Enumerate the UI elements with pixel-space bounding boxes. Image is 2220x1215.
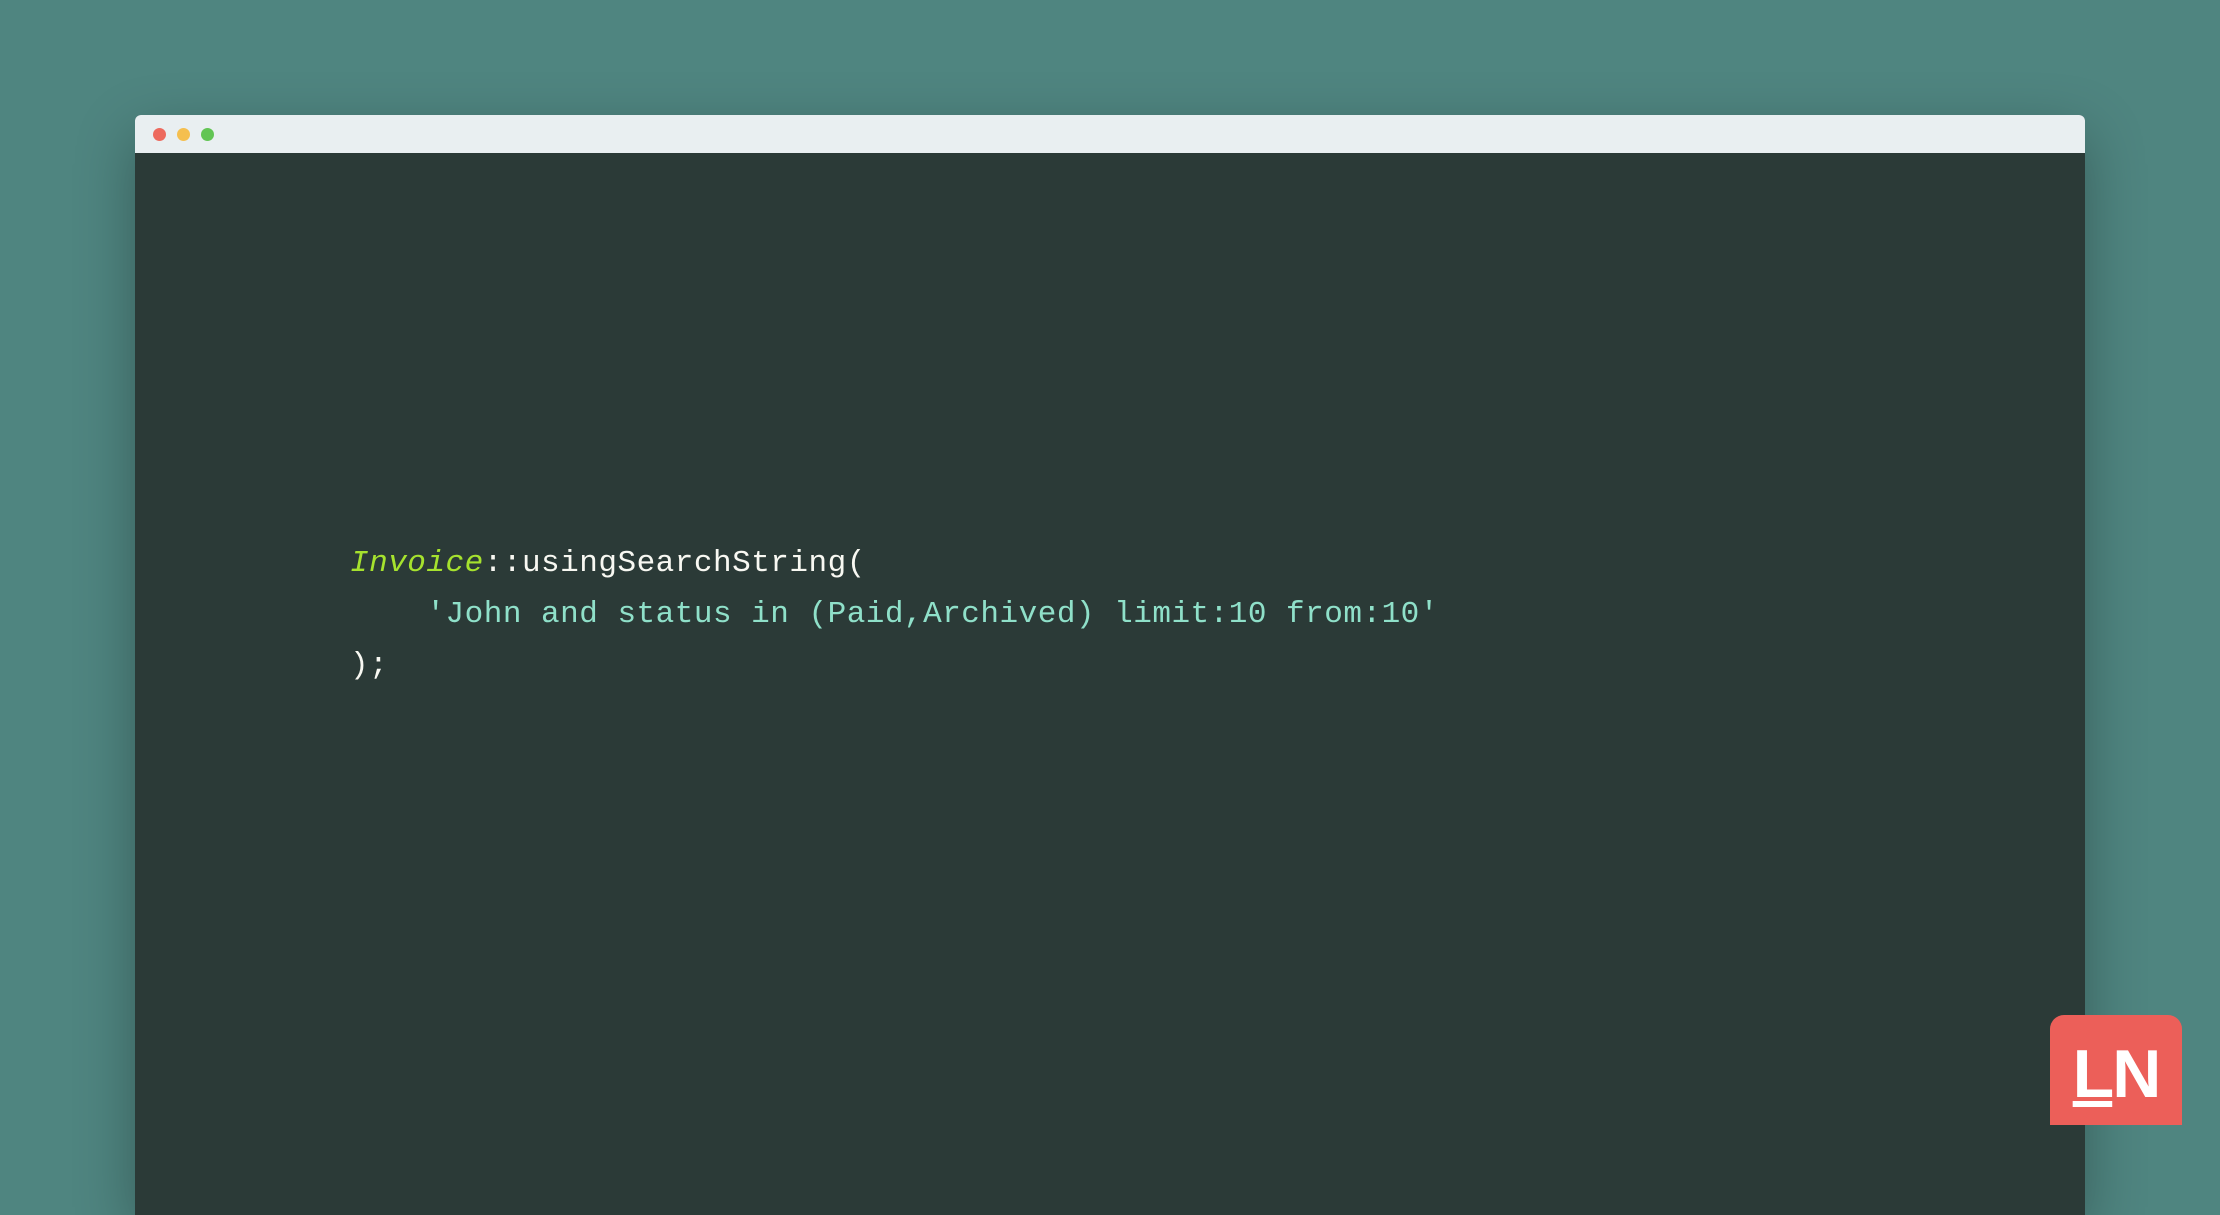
- maximize-icon[interactable]: [201, 128, 214, 141]
- code-token-open-paren: (: [847, 546, 866, 581]
- code-indent: [350, 597, 426, 632]
- code-token-class: Invoice: [350, 546, 484, 581]
- close-icon[interactable]: [153, 128, 166, 141]
- code-editor[interactable]: Invoice::usingSearchString( 'John and st…: [135, 153, 2085, 691]
- code-token-scope: ::: [484, 546, 522, 581]
- code-token-close: );: [350, 648, 388, 683]
- editor-window: Invoice::usingSearchString( 'John and st…: [135, 115, 2085, 1215]
- code-token-method: usingSearchString: [522, 546, 847, 581]
- minimize-icon[interactable]: [177, 128, 190, 141]
- brand-logo: LN: [2050, 1015, 2182, 1125]
- code-token-string: 'John and status in (Paid,Archived) limi…: [426, 597, 1438, 632]
- window-titlebar: [135, 115, 2085, 153]
- brand-logo-text: LN: [2073, 1032, 2160, 1108]
